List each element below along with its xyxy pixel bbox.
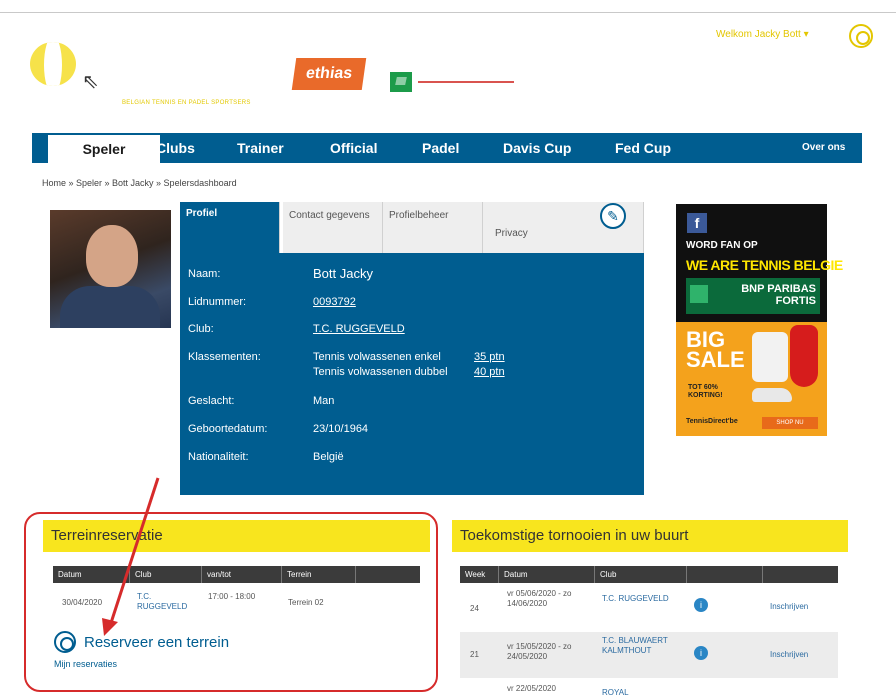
annotation-arrow: [102, 477, 160, 636]
